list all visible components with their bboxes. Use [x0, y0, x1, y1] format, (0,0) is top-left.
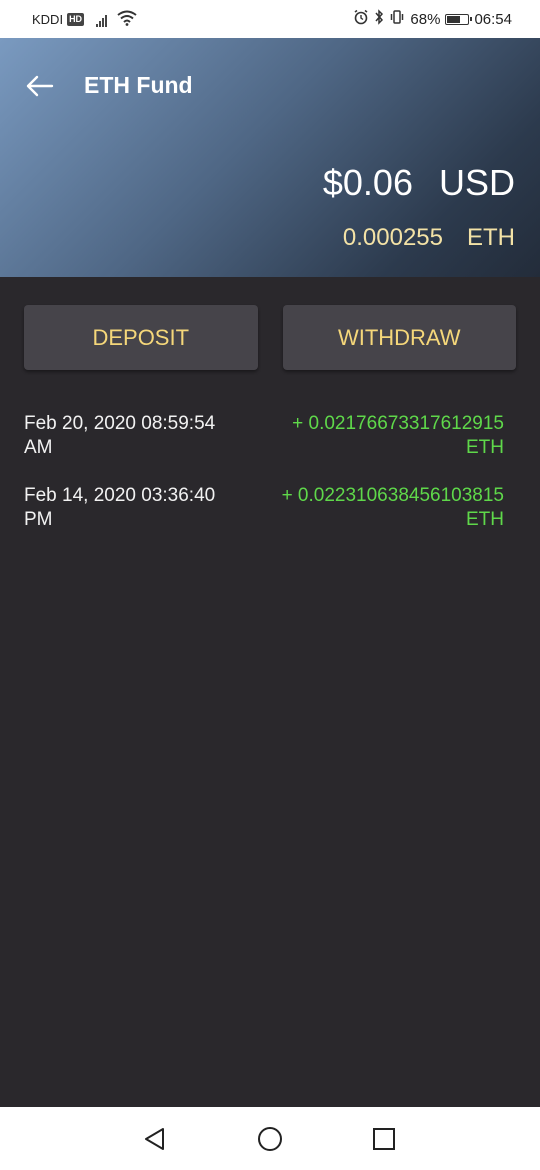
nav-back-button[interactable]	[141, 1125, 169, 1153]
balance-usd: $0.06 USD	[323, 162, 515, 204]
status-bar-left: KDDI HD	[32, 10, 137, 29]
balance-eth: 0.000255 ETH	[343, 224, 515, 252]
signal-icon	[96, 13, 108, 27]
balance-eth-value: 0.000255	[342, 224, 443, 251]
balance-usd-value: $0.06	[322, 162, 413, 203]
clock-time: 06:54	[474, 10, 512, 28]
eth-fund-screen: KDDI HD 68% 06:54 ETH Fund $0.06 USD 0.0…	[0, 0, 540, 1170]
circle-home-icon	[258, 1127, 282, 1151]
wifi-icon	[117, 10, 137, 29]
transaction-date-line1: Feb 14, 2020 03:36:40	[24, 485, 216, 506]
action-buttons: DEPOSIT WITHDRAW	[24, 305, 516, 370]
transaction-row[interactable]: Feb 20, 2020 08:59:54 AM + 0.02176673317…	[24, 412, 504, 484]
transaction-amount: + 0.02176673317612915 ETH	[239, 412, 504, 484]
battery-icon	[445, 13, 473, 25]
battery-level-fill	[447, 15, 461, 23]
status-bar-right: 68% 06:54	[353, 9, 512, 29]
transaction-list: Feb 20, 2020 08:59:54 AM + 0.02176673317…	[24, 412, 504, 556]
transaction-amount-value: + 0.02176673317612915	[292, 413, 504, 434]
system-nav-bar	[0, 1107, 540, 1170]
nav-recents-button[interactable]	[370, 1125, 398, 1153]
transaction-date-line2: AM	[24, 437, 53, 458]
arrow-left-icon	[26, 75, 54, 97]
vibrate-icon	[389, 9, 405, 29]
bluetooth-icon	[374, 9, 384, 29]
battery-percent: 68%	[410, 10, 441, 28]
transaction-date: Feb 20, 2020 08:59:54 AM	[24, 412, 239, 484]
page-title: ETH Fund	[84, 72, 193, 98]
balance-header: ETH Fund $0.06 USD 0.000255 ETH	[0, 38, 540, 277]
transaction-amount: + 0.022310638456103815 ETH	[239, 484, 504, 556]
deposit-button[interactable]: DEPOSIT	[24, 305, 258, 370]
transaction-amount-unit: ETH	[466, 437, 504, 458]
triangle-back-icon	[145, 1128, 164, 1150]
status-bar: KDDI HD 68% 06:54	[0, 0, 540, 38]
carrier-label: KDDI	[32, 12, 64, 27]
transaction-date-line2: PM	[24, 509, 53, 530]
transaction-amount-value: + 0.022310638456103815	[281, 485, 504, 506]
withdraw-button[interactable]: WITHDRAW	[282, 305, 516, 370]
transaction-row[interactable]: Feb 14, 2020 03:36:40 PM + 0.02231063845…	[24, 484, 504, 556]
transaction-amount-unit: ETH	[466, 509, 504, 530]
alarm-icon	[353, 9, 369, 29]
transaction-date: Feb 14, 2020 03:36:40 PM	[24, 484, 239, 556]
square-recents-icon	[373, 1128, 395, 1150]
balance-eth-unit: ETH	[467, 224, 515, 251]
transaction-date-line1: Feb 20, 2020 08:59:54	[24, 413, 216, 434]
nav-home-button[interactable]	[256, 1125, 284, 1153]
back-button[interactable]	[22, 68, 58, 104]
hd-badge: HD	[67, 13, 85, 26]
balance-usd-unit: USD	[438, 162, 515, 203]
